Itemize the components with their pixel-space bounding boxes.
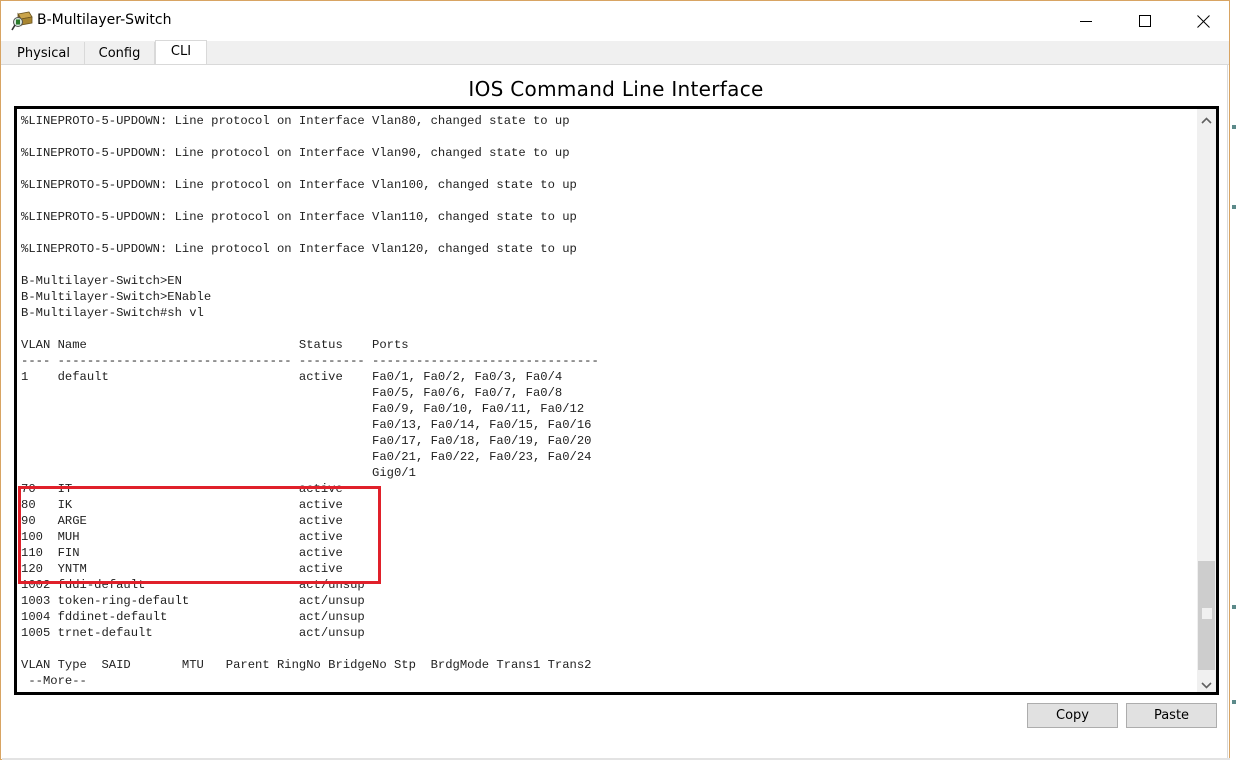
chevron-up-icon <box>1201 109 1212 128</box>
maximize-icon <box>1139 15 1151 27</box>
terminal-line: VLAN Name Status Ports <box>21 338 409 352</box>
minimize-icon <box>1080 15 1092 27</box>
desktop-background-strip <box>1231 0 1236 763</box>
terminal-line: 1004 fddinet-default act/unsup <box>21 610 373 624</box>
minimize-button[interactable] <box>1057 1 1115 41</box>
terminal-line: 110 FIN active <box>21 546 373 560</box>
terminal-line: 90 ARGE active <box>21 514 373 528</box>
terminal-line: Fa0/21, Fa0/22, Fa0/23, Fa0/24 <box>21 450 592 464</box>
terminal-line: 70 IT active <box>21 482 373 496</box>
scroll-thumb[interactable] <box>1198 561 1215 670</box>
packet-tracer-device-icon <box>11 11 33 31</box>
terminal-line: 1005 trnet-default act/unsup <box>21 626 373 640</box>
tab-bar: Physical Config CLI <box>1 40 1229 65</box>
terminal-line: Fa0/13, Fa0/14, Fa0/15, Fa0/16 <box>21 418 592 432</box>
background-detail <box>1232 125 1236 129</box>
copy-button[interactable]: Copy <box>1027 703 1118 728</box>
terminal-line: %LINEPROTO-5-UPDOWN: Line protocol on In… <box>21 178 577 192</box>
scroll-down-button[interactable] <box>1197 674 1216 692</box>
terminal-line: %LINEPROTO-5-UPDOWN: Line protocol on In… <box>21 114 570 128</box>
scroll-up-button[interactable] <box>1197 109 1216 127</box>
scroll-thumb-grip <box>1202 608 1212 619</box>
background-detail <box>1232 700 1236 704</box>
title-bar[interactable]: B-Multilayer-Switch <box>1 1 1229 41</box>
maximize-button[interactable] <box>1116 1 1174 41</box>
terminal-scrollbar[interactable] <box>1197 109 1216 692</box>
terminal-line: 1 default active Fa0/1, Fa0/2, Fa0/3, Fa… <box>21 370 563 384</box>
terminal-line: %LINEPROTO-5-UPDOWN: Line protocol on In… <box>21 146 570 160</box>
terminal-line: Fa0/5, Fa0/6, Fa0/7, Fa0/8 <box>21 386 563 400</box>
terminal-output[interactable]: %LINEPROTO-5-UPDOWN: Line protocol on In… <box>21 113 599 689</box>
terminal-line: B-Multilayer-Switch#sh vl <box>21 306 204 320</box>
tab-cli[interactable]: CLI <box>155 40 207 64</box>
terminal-line: Fa0/9, Fa0/10, Fa0/11, Fa0/12 <box>21 402 585 416</box>
chevron-down-icon <box>1201 674 1212 693</box>
background-detail <box>1232 205 1236 209</box>
terminal-line: VLAN Type SAID MTU Parent RingNo BridgeN… <box>21 658 592 672</box>
window-title: B-Multilayer-Switch <box>37 12 172 28</box>
terminal-line: B-Multilayer-Switch>EN <box>21 274 182 288</box>
tab-physical[interactable]: Physical <box>3 42 85 64</box>
tab-config[interactable]: Config <box>85 42 155 64</box>
terminal-line: 1002 fddi-default act/unsup <box>21 578 373 592</box>
terminal-line: ---- -------------------------------- --… <box>21 354 599 368</box>
cli-terminal[interactable]: %LINEPROTO-5-UPDOWN: Line protocol on In… <box>14 106 1219 695</box>
background-detail <box>1232 605 1236 609</box>
terminal-line: B-Multilayer-Switch>ENable <box>21 290 212 304</box>
terminal-line: 1003 token-ring-default act/unsup <box>21 594 373 608</box>
terminal-line: %LINEPROTO-5-UPDOWN: Line protocol on In… <box>21 210 577 224</box>
terminal-line: --More-- <box>21 674 87 688</box>
paste-button[interactable]: Paste <box>1126 703 1217 728</box>
close-icon <box>1196 14 1210 28</box>
window-bottom-edge <box>2 758 1230 760</box>
terminal-line: Fa0/17, Fa0/18, Fa0/19, Fa0/20 <box>21 434 592 448</box>
terminal-line: 100 MUH active <box>21 530 373 544</box>
terminal-line: 80 IK active <box>21 498 373 512</box>
terminal-line: Gig0/1 <box>21 466 416 480</box>
page-title: IOS Command Line Interface <box>468 77 764 101</box>
terminal-line: 120 YNTM active <box>21 562 373 576</box>
close-button[interactable] <box>1174 1 1232 41</box>
terminal-line: %LINEPROTO-5-UPDOWN: Line protocol on In… <box>21 242 577 256</box>
device-window: B-Multilayer-Switch Physical Config CLI … <box>0 0 1230 760</box>
